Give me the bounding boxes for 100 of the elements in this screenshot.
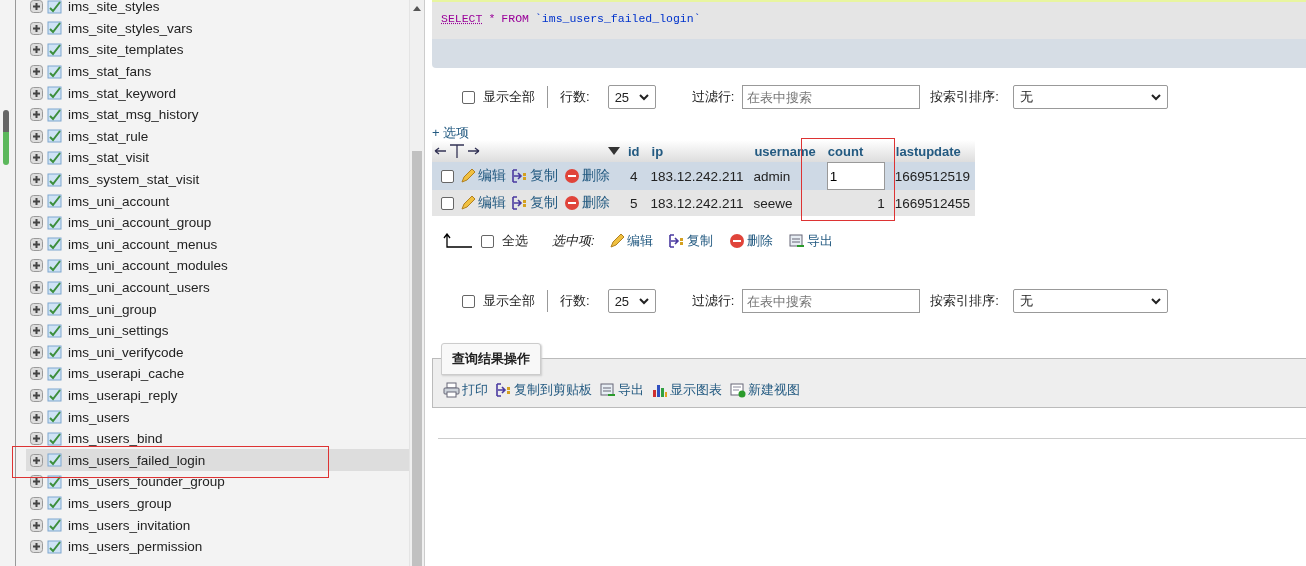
table-icon[interactable] (47, 323, 63, 338)
expand-icon[interactable] (30, 345, 43, 359)
table-tree-item[interactable]: ims_uni_account_menus (26, 233, 409, 256)
expand-icon[interactable] (30, 432, 43, 446)
table-icon[interactable] (47, 539, 63, 554)
table-icon[interactable] (47, 366, 63, 381)
result-action-link[interactable]: 复制到剪贴板 (496, 381, 592, 399)
expand-icon[interactable] (30, 281, 43, 294)
bulk-action-button[interactable]: 导出 (788, 232, 833, 250)
row-action-link[interactable]: 编辑 (460, 194, 506, 212)
table-tree-item[interactable]: ims_site_templates (26, 39, 409, 61)
checkbox[interactable] (462, 294, 475, 308)
column-header[interactable]: count (821, 140, 890, 162)
result-action-link[interactable]: 导出 (600, 381, 644, 399)
column-arrows-icon[interactable] (434, 143, 480, 159)
row-checkbox[interactable] (441, 169, 454, 183)
scrollbar[interactable] (409, 0, 424, 566)
select-all-label[interactable]: 全选 (502, 232, 528, 250)
table-tree-item[interactable]: ims_site_styles_vars (26, 17, 409, 40)
result-action-link[interactable]: 显示图表 (652, 381, 722, 399)
table-icon[interactable] (47, 64, 63, 79)
expand-icon[interactable] (30, 453, 43, 467)
column-header[interactable]: id (622, 140, 646, 162)
sort-select[interactable]: 无 (1012, 85, 1168, 109)
table-icon[interactable] (47, 21, 63, 36)
table-icon[interactable] (47, 107, 63, 122)
expand-icon[interactable] (30, 129, 43, 143)
row-action-link[interactable]: 删除 (564, 167, 610, 185)
table-tree-item[interactable]: ims_users_failed_login (26, 449, 409, 472)
expand-icon[interactable] (30, 259, 43, 273)
row-action-link[interactable]: 编辑 (460, 167, 506, 185)
scroll-thumb[interactable] (412, 151, 422, 566)
table-icon[interactable] (47, 43, 63, 57)
expand-icon[interactable] (30, 302, 43, 316)
table-icon[interactable] (47, 150, 63, 165)
bulk-action-button[interactable]: 复制 (668, 232, 713, 250)
table-tree-item[interactable]: ims_system_stat_visit (26, 168, 409, 191)
checkbox[interactable] (462, 90, 475, 104)
table-tree-item[interactable]: ims_users_group (26, 492, 409, 515)
row-action-link[interactable]: 复制 (512, 167, 558, 185)
bulk-action-button[interactable]: 删除 (728, 232, 773, 250)
table-icon[interactable] (47, 453, 63, 468)
table-tree-item[interactable]: ims_users (26, 406, 409, 428)
table-icon[interactable] (47, 302, 63, 317)
table-tree-item[interactable]: ims_userapi_reply (26, 384, 409, 407)
table-tree-item[interactable]: ims_uni_account_users (26, 276, 409, 299)
table-tree-item[interactable]: ims_stat_msg_history (26, 103, 409, 126)
expand-icon[interactable] (30, 21, 43, 35)
table-icon[interactable] (47, 215, 63, 230)
cell-edit-field[interactable]: 1 (826, 162, 885, 190)
rows-select[interactable]: 25 (607, 85, 656, 109)
expand-icon[interactable] (30, 540, 43, 554)
table-icon[interactable] (47, 345, 63, 360)
table-tree-item[interactable]: ims_stat_fans (26, 60, 409, 83)
table-icon[interactable] (47, 129, 63, 144)
expand-icon[interactable] (30, 518, 43, 532)
sort-select[interactable]: 无 (1012, 289, 1168, 313)
table-icon[interactable] (47, 496, 63, 511)
table-tree-item[interactable]: ims_site_styles (26, 0, 409, 18)
row-checkbox[interactable] (441, 196, 454, 210)
scroll-up-icon[interactable] (413, 5, 421, 11)
table-icon[interactable] (47, 0, 63, 14)
expand-icon[interactable] (30, 194, 43, 208)
table-tree-item[interactable]: ims_stat_rule (26, 125, 409, 148)
expand-icon[interactable] (30, 151, 43, 165)
table-icon[interactable] (47, 172, 63, 187)
table-icon[interactable] (47, 194, 63, 209)
table-icon[interactable] (47, 258, 63, 273)
table-icon[interactable] (47, 237, 63, 252)
column-header[interactable]: lastupdate (889, 140, 975, 162)
table-tree-item[interactable]: ims_uni_account_group (26, 211, 409, 234)
table-tree-item[interactable]: ims_stat_visit (26, 147, 409, 169)
expand-icon[interactable] (30, 324, 43, 338)
table-icon[interactable] (47, 280, 63, 295)
expand-icon[interactable] (30, 108, 43, 122)
table-tree-item[interactable]: ims_users_bind (26, 427, 409, 450)
expand-icon[interactable] (30, 216, 43, 230)
expand-icon[interactable] (30, 173, 43, 187)
table-tree-item[interactable]: ims_userapi_cache (26, 363, 409, 385)
table-icon[interactable] (47, 410, 63, 425)
rows-select[interactable]: 25 (607, 289, 656, 313)
table-icon[interactable] (47, 388, 63, 403)
select-all-checkbox[interactable] (481, 234, 494, 248)
table-icon[interactable] (47, 518, 63, 533)
expand-icon[interactable] (30, 43, 43, 57)
column-header[interactable]: ip (645, 140, 749, 162)
expand-icon[interactable] (30, 237, 43, 251)
table-tree-item[interactable]: ims_uni_group (26, 298, 409, 320)
scroll-handle[interactable] (3, 110, 9, 165)
expand-icon[interactable] (30, 496, 43, 510)
result-action-link[interactable]: 打印 (443, 381, 488, 399)
table-tree-item[interactable]: ims_uni_settings (26, 319, 409, 342)
table-tree-item[interactable]: ims_uni_verifycode (26, 341, 409, 364)
filter-field[interactable]: 在表中搜索 (742, 85, 921, 109)
table-tree-item[interactable]: ims_uni_account (26, 190, 409, 212)
table-tree-item[interactable]: ims_uni_account_modules (26, 255, 409, 277)
bulk-action-button[interactable]: 编辑 (608, 232, 653, 250)
row-action-link[interactable]: 复制 (512, 194, 558, 212)
options-link[interactable]: + 选项 (432, 125, 470, 140)
expand-icon[interactable] (30, 410, 43, 424)
